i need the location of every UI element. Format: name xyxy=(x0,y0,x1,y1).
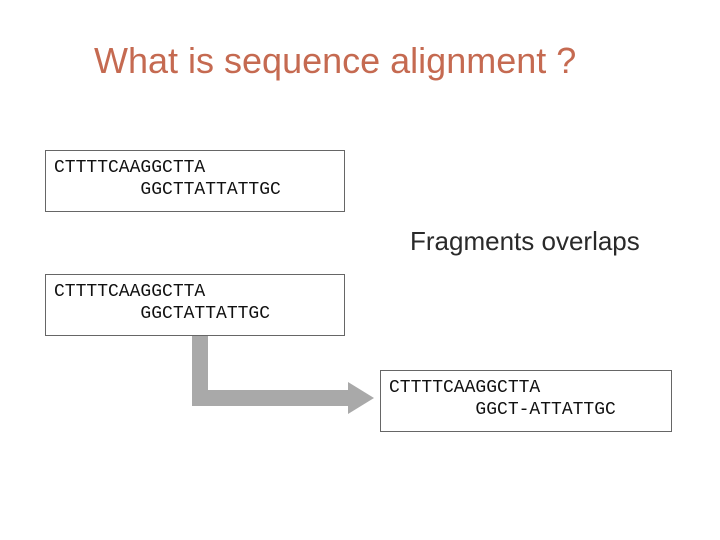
sequence-box-2-content: CTTTTCAAGGCTTA GGCTATTATTGC xyxy=(46,275,344,331)
arrow-vertical-segment xyxy=(192,336,208,390)
arrow-right-icon xyxy=(348,382,374,414)
sequence-box-3: CTTTTCAAGGCTTA GGCT-ATTATTGC xyxy=(380,370,672,432)
sequence-box-3-content: CTTTTCAAGGCTTA GGCT-ATTATTGC xyxy=(381,371,671,427)
sequence-box-1-content: CTTTTCAAGGCTTA GGCTTATTATTGC xyxy=(46,151,344,207)
slide: What is sequence alignment ? CTTTTCAAGGC… xyxy=(0,0,720,540)
sequence-box-1: CTTTTCAAGGCTTA GGCTTATTATTGC xyxy=(45,150,345,212)
seq3-line2: GGCT-ATTATTGC xyxy=(389,400,616,420)
seq2-line2: GGCTATTATTGC xyxy=(54,304,270,324)
seq1-line2: GGCTTATTATTGC xyxy=(54,180,281,200)
seq2-line1: CTTTTCAAGGCTTA xyxy=(54,282,205,302)
sequence-box-2: CTTTTCAAGGCTTA GGCTATTATTGC xyxy=(45,274,345,336)
fragments-overlaps-label: Fragments overlaps xyxy=(410,226,640,257)
seq1-line1: CTTTTCAAGGCTTA xyxy=(54,158,205,178)
arrow-horizontal-segment xyxy=(192,390,348,406)
slide-title: What is sequence alignment ? xyxy=(94,40,576,82)
seq3-line1: CTTTTCAAGGCTTA xyxy=(389,378,540,398)
